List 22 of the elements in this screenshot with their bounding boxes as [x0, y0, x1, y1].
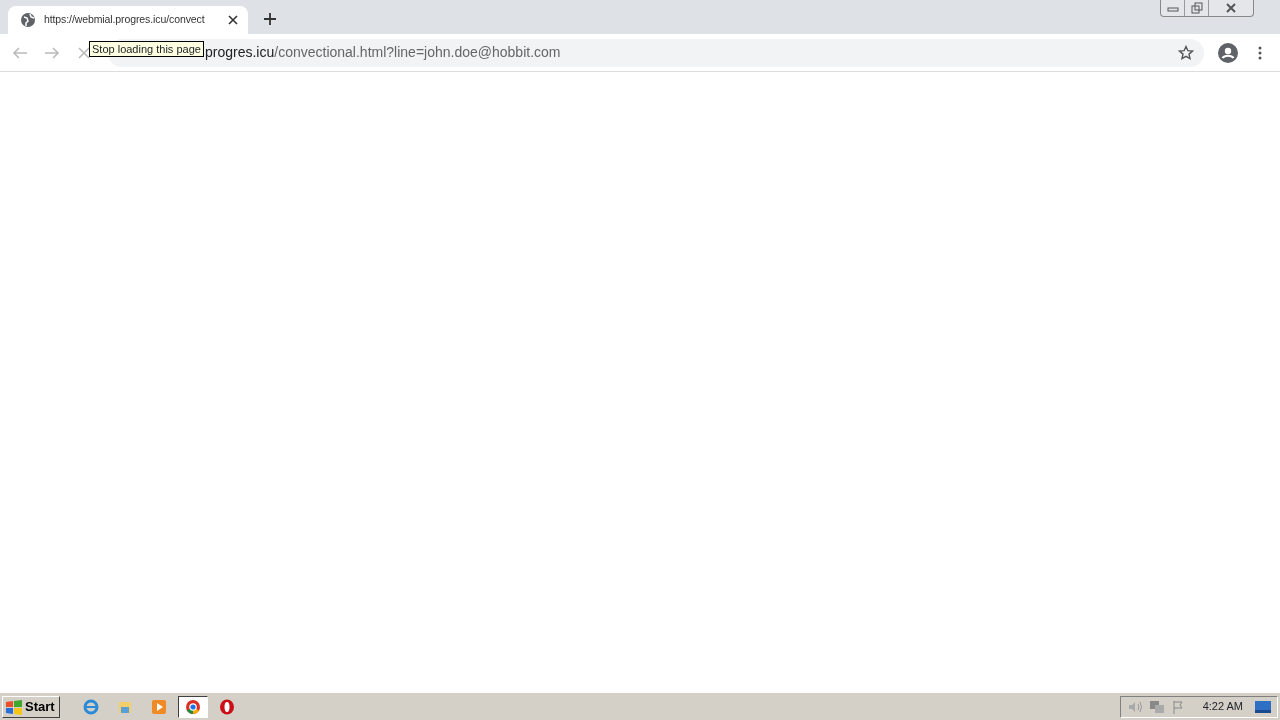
clock: 4:22 AM [1202, 699, 1243, 715]
windows-logo-icon [5, 698, 23, 715]
plus-icon [263, 12, 277, 26]
menu-icon[interactable] [1258, 44, 1262, 61]
star-icon[interactable] [1178, 44, 1194, 61]
start-button[interactable]: Start [2, 695, 60, 718]
restore-icon[interactable] [1190, 2, 1203, 14]
show-desktop-icon[interactable] [1255, 700, 1271, 713]
close-icon[interactable] [1225, 2, 1237, 14]
close-icon[interactable] [228, 15, 238, 25]
tab-title: https://webmial.progres.icu/convect [44, 12, 206, 28]
browser-e-icon [82, 698, 99, 715]
chrome-browser-icon [184, 698, 201, 715]
media-player-icon [150, 698, 167, 715]
browser-tab[interactable]: https://webmial.progres.icu/convect [8, 6, 248, 34]
opera-icon [218, 698, 235, 715]
globe-icon [20, 12, 36, 28]
taskbar-app-button[interactable] [177, 695, 208, 718]
tooltip: Stop loading this page [89, 41, 204, 57]
address-text: progres.icu/convectional.html?line=john.doe@hobbit.com [205, 43, 561, 62]
account-icon[interactable] [1218, 42, 1238, 63]
stop-icon[interactable] [76, 44, 92, 61]
